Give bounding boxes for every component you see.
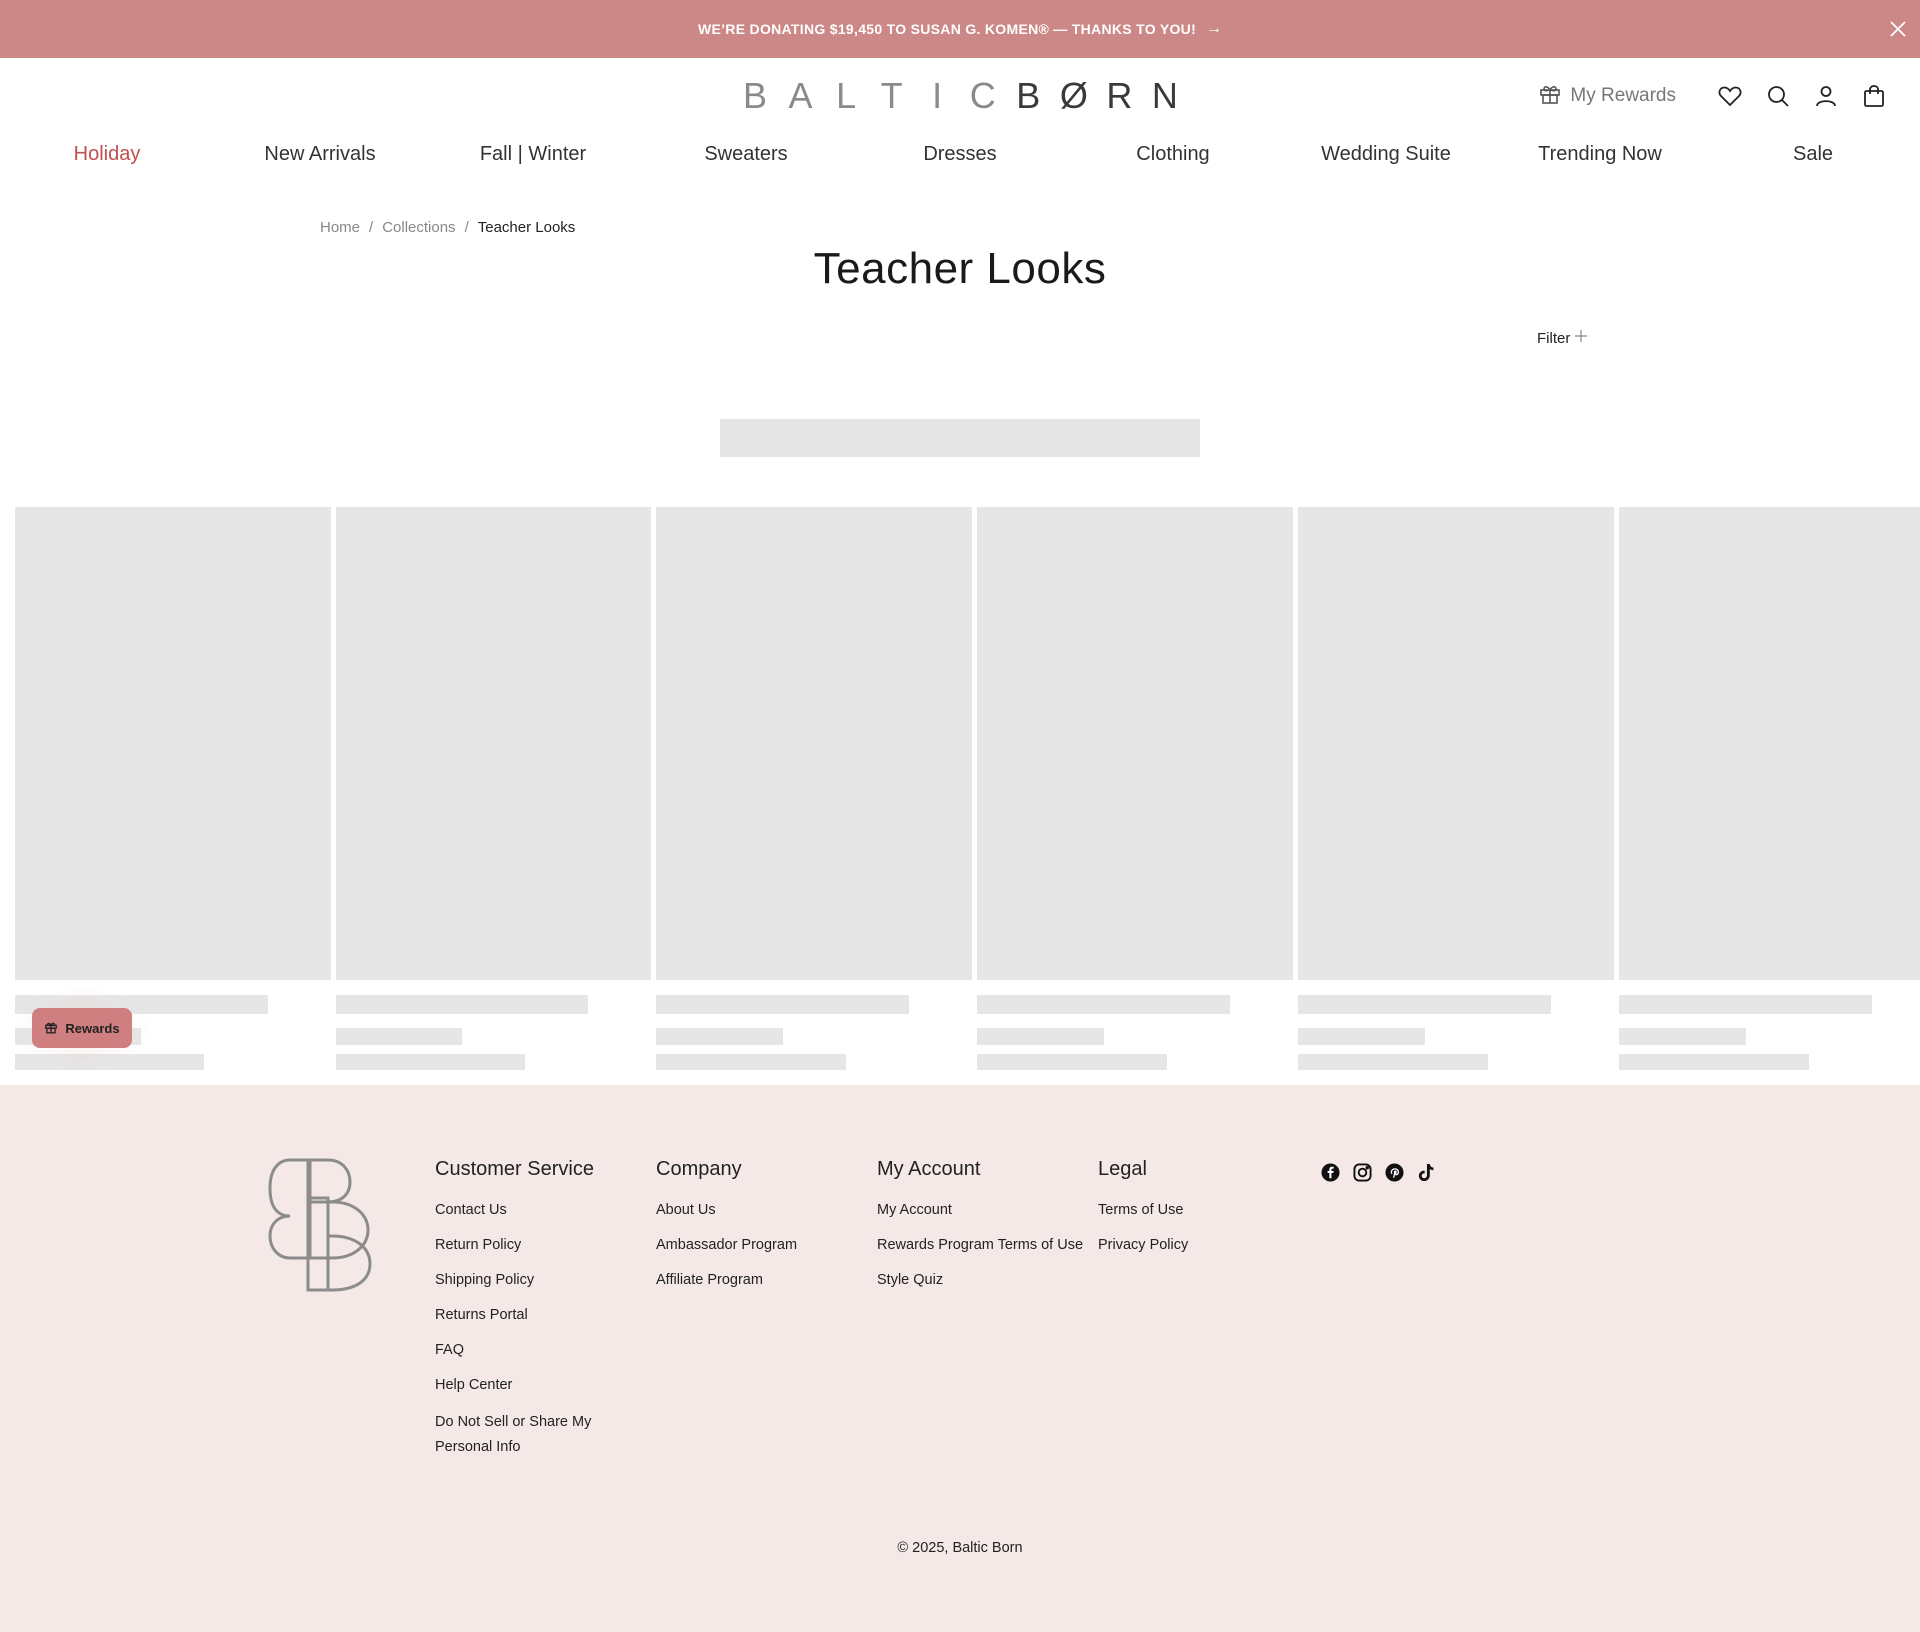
pinterest-icon[interactable] [1384,1162,1404,1182]
skeleton-line [656,995,909,1014]
breadcrumb-separator: / [369,219,374,236]
rewards-widget-button[interactable]: Rewards [32,1008,132,1048]
footer-heading: My Account [877,1158,981,1180]
skeleton-line [336,995,588,1014]
close-icon[interactable] [1884,15,1912,43]
footer-column-legal: Legal Terms of Use Privacy Policy [1098,1158,1188,1270]
footer-link-return-policy[interactable]: Return Policy [435,1235,645,1255]
footer-heading: Customer Service [435,1158,594,1180]
logo-letter: N [1151,75,1178,116]
skeleton-product-image [1298,507,1614,980]
nav-item-sweaters[interactable]: Sweaters [704,143,787,166]
footer-link-contact-us[interactable]: Contact Us [435,1200,645,1220]
header-actions: My Rewards [1538,80,1890,112]
facebook-icon[interactable] [1320,1162,1340,1182]
nav-item-fall-winter[interactable]: Fall | Winter [480,143,586,166]
breadcrumb-current: Teacher Looks [477,219,576,236]
tiktok-icon[interactable] [1416,1162,1436,1182]
logo-letter: A [788,75,813,116]
footer-link-ambassador-program[interactable]: Ambassador Program [656,1235,797,1255]
logo-letter: R [1106,75,1133,116]
rewards-widget-label: Rewards [65,1020,120,1036]
breadcrumb: Home / Collections / Teacher Looks [320,219,575,236]
nav-item-clothing[interactable]: Clothing [1136,143,1209,166]
social-links [1320,1162,1436,1182]
skeleton-product-image [1619,507,1920,980]
gift-icon [44,1020,58,1037]
skeleton-line [977,995,1230,1014]
footer-link-returns-portal[interactable]: Returns Portal [435,1305,645,1325]
skeleton-product-image [336,507,651,980]
logo-letter: B [742,75,767,116]
footer-link-my-account[interactable]: My Account [877,1200,1083,1220]
main-nav: Holiday New Arrivals Fall | Winter Sweat… [0,143,1920,173]
filter-label: Filter [1537,329,1571,347]
nav-item-wedding-suite[interactable]: Wedding Suite [1321,143,1451,166]
footer-link-privacy-policy[interactable]: Privacy Policy [1098,1235,1188,1255]
my-rewards-link[interactable]: My Rewards [1538,81,1676,111]
footer-logo[interactable] [268,1158,372,1292]
nav-item-sale[interactable]: Sale [1793,143,1833,166]
nav-item-dresses[interactable]: Dresses [923,143,996,166]
skeleton-banner [720,419,1200,457]
skeleton-product-image [977,507,1293,980]
footer-link-rewards-terms[interactable]: Rewards Program Terms of Use [877,1235,1083,1255]
logo-letter: T [880,75,903,116]
breadcrumb-separator: / [464,219,469,236]
breadcrumb-home[interactable]: Home [320,219,360,236]
instagram-icon[interactable] [1352,1162,1372,1182]
skeleton-product-image [15,507,331,980]
plus-icon [1574,329,1588,347]
skeleton-line [1298,995,1551,1014]
footer-link-shipping-policy[interactable]: Shipping Policy [435,1270,645,1290]
gift-icon [1538,81,1562,111]
copyright: © 2025, Baltic Born [897,1540,1023,1556]
skeleton-line [336,1028,462,1045]
skeleton-line [1619,1028,1746,1045]
footer-column-my-account: My Account My Account Rewards Program Te… [877,1158,1083,1305]
nav-item-holiday[interactable]: Holiday [74,143,141,166]
skeleton-line [1298,1028,1425,1045]
footer-link-faq[interactable]: FAQ [435,1340,645,1360]
nav-item-trending-now[interactable]: Trending Now [1538,143,1662,166]
footer-link-affiliate-program[interactable]: Affiliate Program [656,1270,797,1290]
arrow-right-icon: → [1206,20,1223,37]
bag-icon[interactable] [1858,80,1890,112]
skeleton-line [1619,995,1872,1014]
footer-heading: Company [656,1158,742,1180]
footer-link-terms-of-use[interactable]: Terms of Use [1098,1200,1188,1220]
filter-button[interactable]: Filter [1537,329,1588,347]
skeleton-line [1619,1054,1809,1070]
announcement-text[interactable]: WE’RE DONATING $19,450 TO SUSAN G. KOMEN… [698,21,1196,37]
my-rewards-label: My Rewards [1570,85,1676,106]
footer-column-company: Company About Us Ambassador Program Affi… [656,1158,797,1305]
skeleton-line [656,1028,783,1045]
footer-heading: Legal [1098,1158,1147,1180]
page-title: Teacher Looks [813,244,1107,293]
footer-link-about-us[interactable]: About Us [656,1200,797,1220]
account-icon[interactable] [1810,80,1842,112]
heart-icon[interactable] [1714,80,1746,112]
breadcrumb-collections[interactable]: Collections [382,219,455,236]
announcement-bar[interactable]: WE’RE DONATING $19,450 TO SUSAN G. KOMEN… [0,0,1920,58]
site-logo[interactable]: B A L T I C B Ø R N [735,75,1185,116]
logo-letter: I [932,75,943,116]
skeleton-line [977,1054,1167,1070]
footer-link-style-quiz[interactable]: Style Quiz [877,1270,1083,1290]
skeleton-product-image [656,507,972,980]
footer-link-help-center[interactable]: Help Center [435,1375,645,1395]
skeleton-line [1298,1054,1488,1070]
logo-letter: C [969,75,996,116]
skeleton-line [656,1054,846,1070]
footer-link-do-not-sell[interactable]: Do Not Sell or Share My Personal Info [435,1410,645,1460]
skeleton-line [977,1028,1104,1045]
logo-letter: Ø [1059,75,1088,116]
footer-column-customer-service: Customer Service Contact Us Return Polic… [435,1158,645,1475]
logo-letter: L [836,75,857,116]
logo-letter: B [1016,75,1041,116]
nav-item-new-arrivals[interactable]: New Arrivals [264,143,375,166]
search-icon[interactable] [1762,80,1794,112]
skeleton-line [336,1054,525,1070]
